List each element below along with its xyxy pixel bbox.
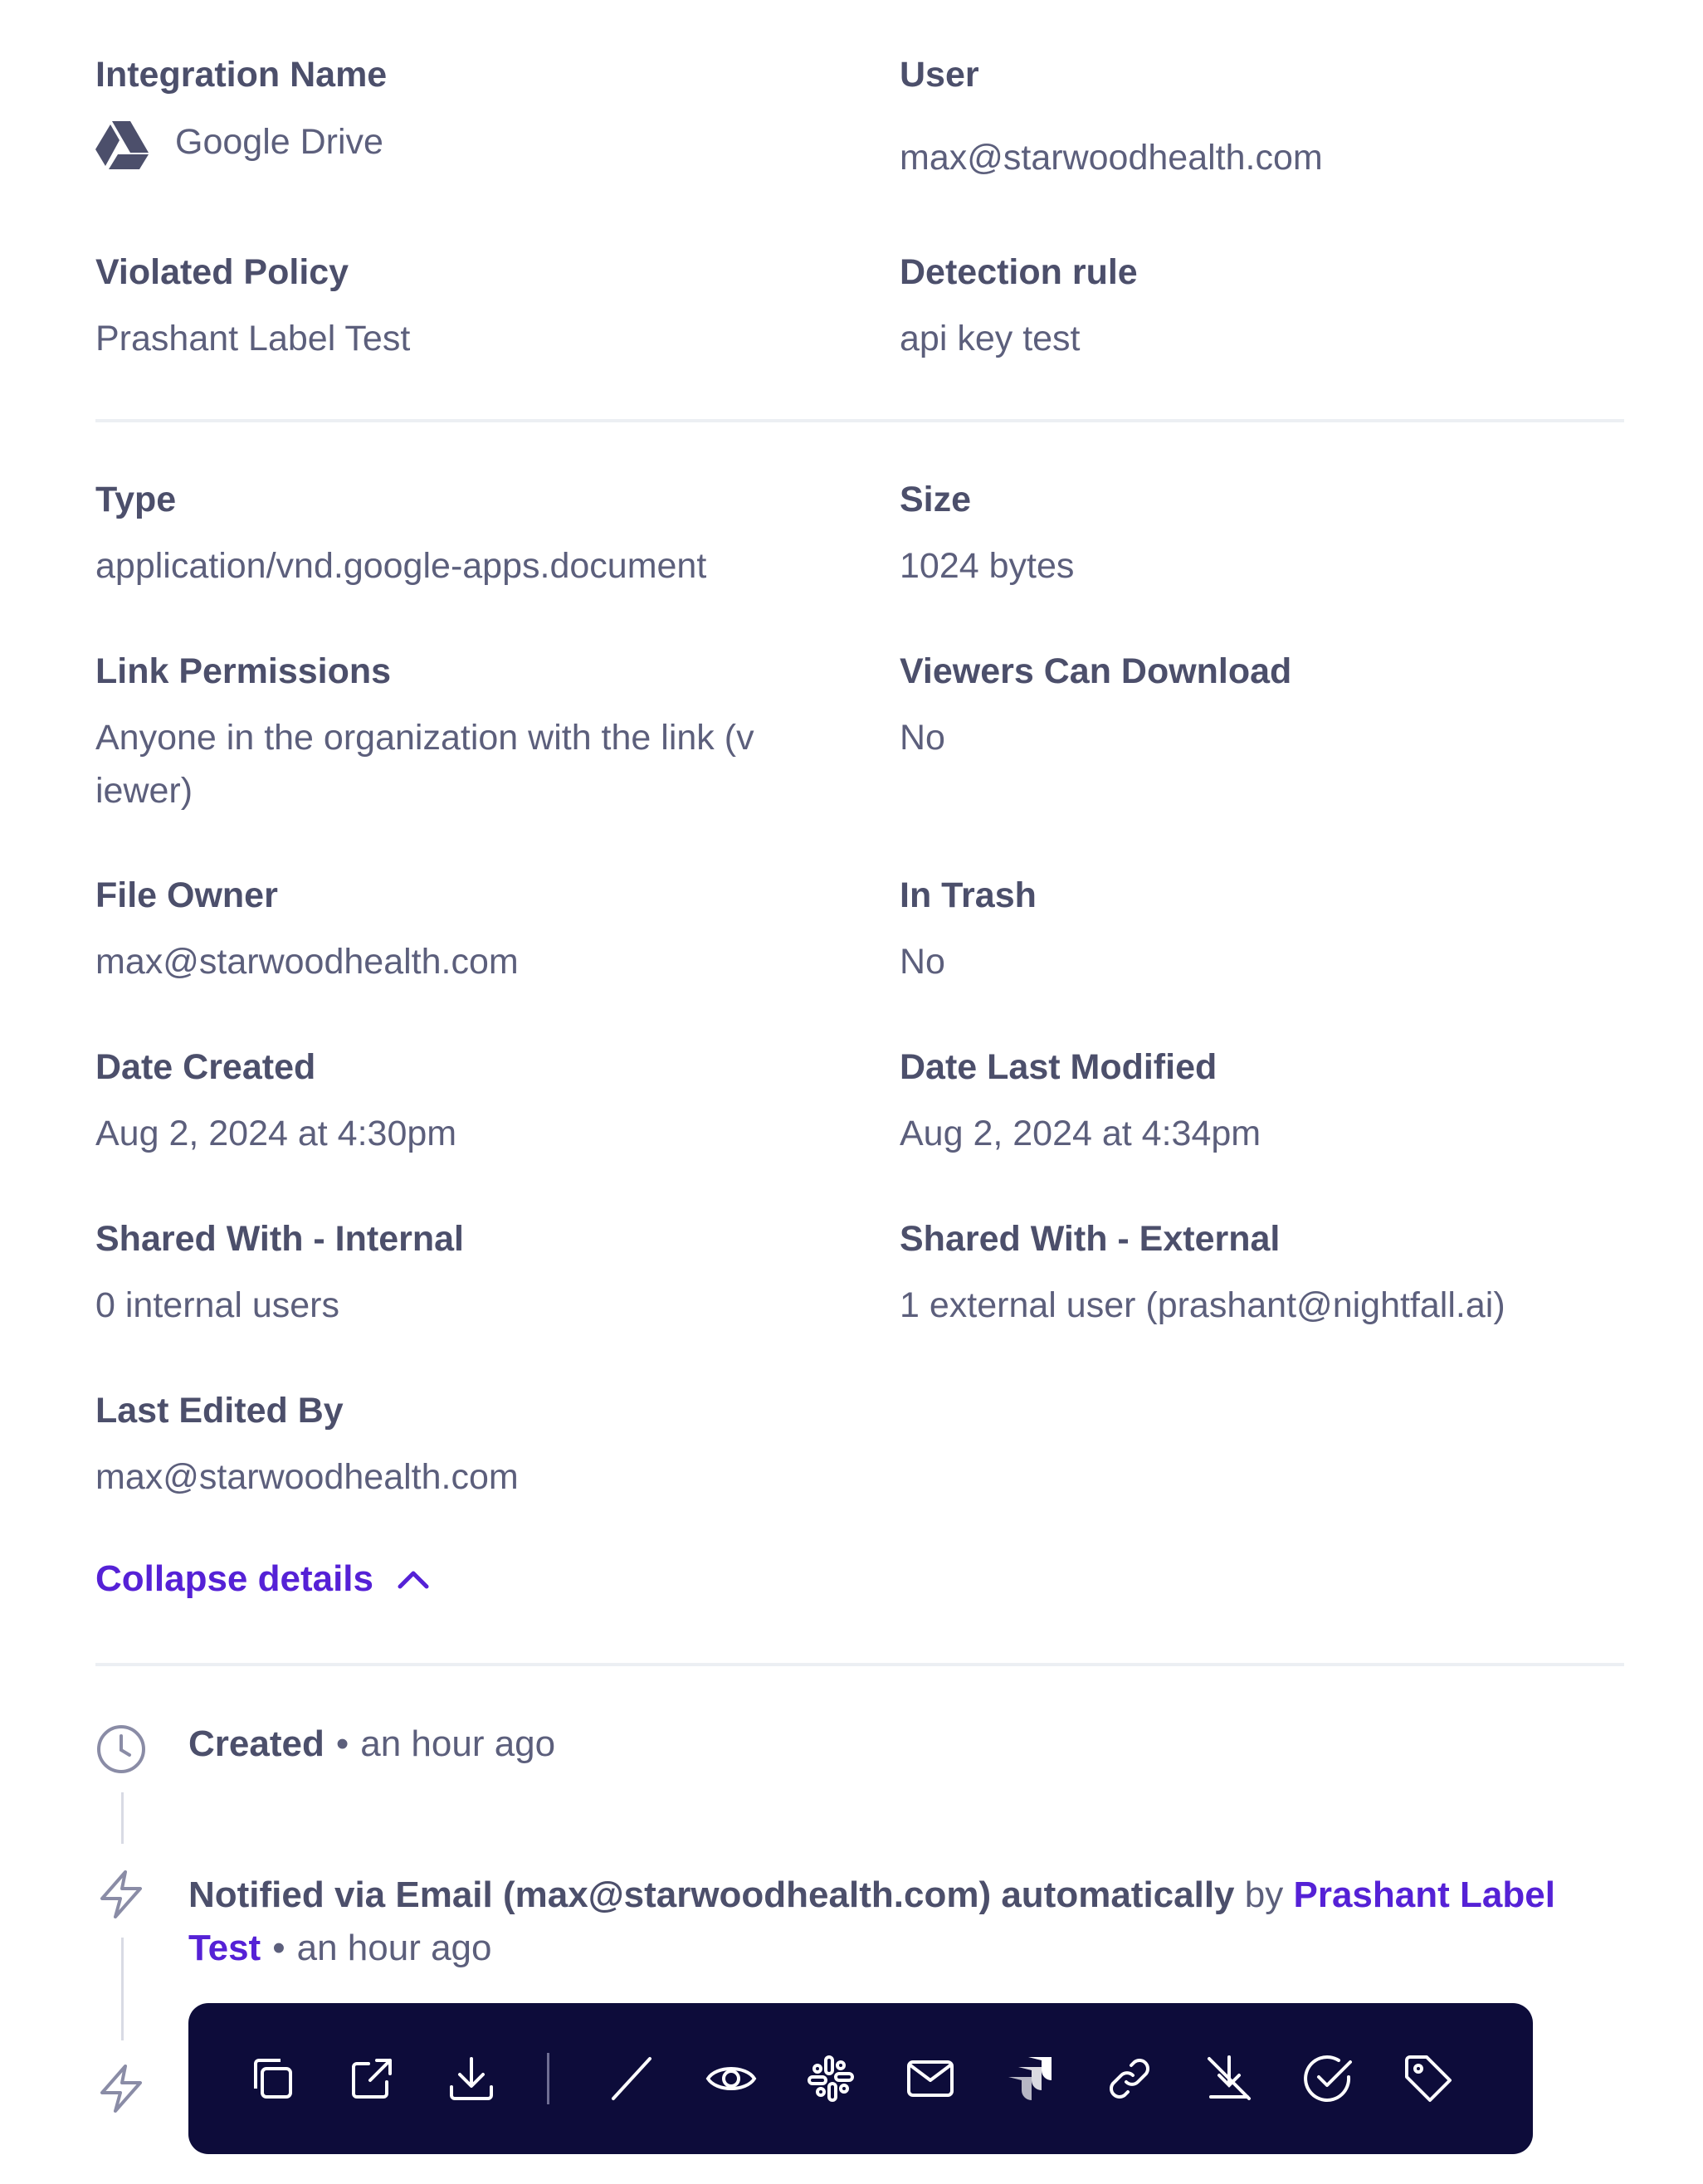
divider [95, 1663, 1624, 1666]
violated-policy-label: Violated Policy [95, 252, 349, 292]
user-value: max@starwoodhealth.com [900, 138, 1323, 178]
disable-sharing-icon[interactable] [1200, 2050, 1258, 2108]
timeline-created-title: Created [188, 1723, 324, 1764]
timeline-created: Created • an hour ago [188, 1723, 555, 1765]
in-trash-value: No [900, 942, 945, 982]
viewers-can-download-value: No [900, 718, 945, 758]
timeline-notified: Notified via Email (max@starwoodhealth.c… [188, 1869, 1616, 1975]
user-label: User [900, 55, 979, 95]
shared-external-label: Shared With - External [900, 1219, 1281, 1259]
toolbar-divider [547, 2053, 549, 2104]
file-owner-value: max@starwoodhealth.com [95, 942, 519, 982]
collapse-details-label: Collapse details [95, 1558, 374, 1599]
timeline-notified-by: by [1244, 1874, 1284, 1915]
timeline-created-time: an hour ago [360, 1723, 556, 1764]
type-value: application/vnd.google-apps.document [95, 546, 707, 586]
shared-internal-label: Shared With - Internal [95, 1219, 464, 1259]
copy-icon[interactable] [243, 2050, 301, 2108]
separator-dot: • [335, 1723, 349, 1764]
last-edited-by-value: max@starwoodhealth.com [95, 1457, 519, 1497]
date-last-modified-label: Date Last Modified [900, 1047, 1217, 1087]
last-edited-by-label: Last Edited By [95, 1391, 344, 1431]
separator-dot: • [272, 1928, 285, 1968]
integration-name-label: Integration Name [95, 55, 388, 95]
google-drive-icon [95, 121, 149, 169]
viewers-can-download-label: Viewers Can Download [900, 651, 1292, 691]
mail-icon[interactable] [901, 2050, 959, 2108]
eye-icon[interactable] [702, 2050, 760, 2108]
action-toolbar [188, 2003, 1533, 2154]
slack-icon[interactable] [802, 2050, 860, 2108]
shared-internal-value: 0 internal users [95, 1285, 339, 1325]
detection-rule-value: api key test [900, 319, 1081, 358]
jira-icon[interactable] [1001, 2050, 1059, 2108]
link-permissions-label: Link Permissions [95, 651, 392, 691]
open-external-icon[interactable] [343, 2050, 401, 2108]
clock-icon [95, 1723, 147, 1775]
in-trash-label: In Trash [900, 875, 1037, 915]
date-created-label: Date Created [95, 1047, 316, 1087]
chevron-up-icon [397, 1568, 430, 1590]
date-last-modified-value: Aug 2, 2024 at 4:34pm [900, 1114, 1261, 1153]
integration-name-value: Google Drive [175, 122, 383, 162]
lightning-icon [95, 2063, 147, 2114]
download-icon[interactable] [442, 2050, 500, 2108]
collapse-details-button[interactable]: Collapse details [95, 1558, 430, 1600]
file-owner-label: File Owner [95, 875, 278, 915]
type-label: Type [95, 480, 177, 519]
divider [95, 419, 1624, 422]
violated-policy-value: Prashant Label Test [95, 319, 411, 358]
lightning-icon [95, 1869, 147, 1920]
detection-rule-label: Detection rule [900, 252, 1138, 292]
resolve-icon[interactable] [1300, 2050, 1358, 2108]
link-permissions-value: Anyone in the organization with the link… [95, 718, 754, 811]
timeline-connector [121, 1792, 124, 1844]
timeline-connector [121, 1938, 124, 2040]
link-icon[interactable] [1100, 2050, 1159, 2108]
timeline-notified-time: an hour ago [296, 1928, 492, 1968]
date-created-value: Aug 2, 2024 at 4:30pm [95, 1114, 457, 1153]
slash-icon[interactable] [603, 2050, 661, 2108]
shared-external-value: 1 external user (prashant@nightfall.ai) [900, 1285, 1505, 1325]
size-value: 1024 bytes [900, 546, 1075, 586]
timeline-notified-title: Notified via Email (max@starwoodhealth.c… [188, 1874, 1235, 1915]
tag-icon[interactable] [1399, 2050, 1457, 2108]
size-label: Size [900, 480, 972, 519]
